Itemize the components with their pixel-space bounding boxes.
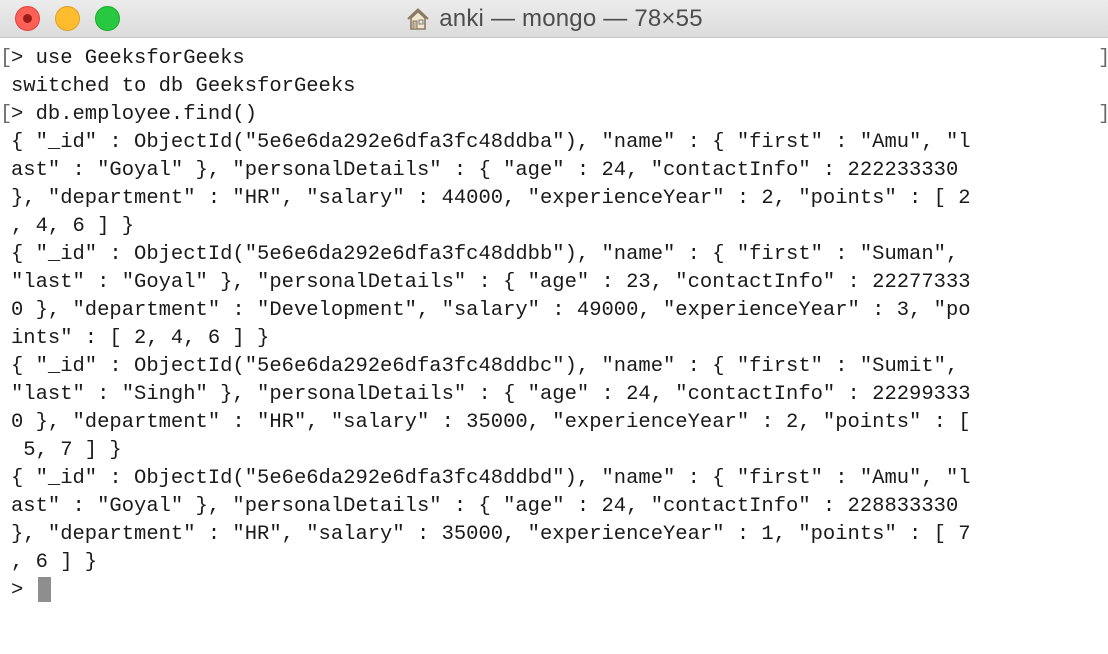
window-title: anki — mongo — 78×55 xyxy=(439,5,703,32)
terminal-line: { "_id" : ObjectId("5e6e6da292e6dfa3fc48… xyxy=(11,467,971,490)
terminal-line: 0 }, "department" : "HR", "salary" : 350… xyxy=(11,411,971,434)
terminal-line: "last" : "Singh" }, "personalDetails" : … xyxy=(11,383,971,406)
terminal-line: ast" : "Goyal" }, "personalDetails" : { … xyxy=(11,495,959,518)
window-title-area: anki — mongo — 78×55 xyxy=(0,0,1108,38)
line-mark-right: ] xyxy=(1098,101,1108,129)
terminal-line: > use GeeksforGeeks xyxy=(11,47,245,70)
line-mark-right: ] xyxy=(1098,45,1108,73)
terminal-line: }, "department" : "HR", "salary" : 35000… xyxy=(11,523,971,546)
terminal-line: ast" : "Goyal" }, "personalDetails" : { … xyxy=(11,159,959,182)
home-icon xyxy=(407,8,430,30)
terminal-line: }, "department" : "HR", "salary" : 44000… xyxy=(11,187,971,210)
terminal-line: "last" : "Goyal" }, "personalDetails" : … xyxy=(11,271,971,294)
terminal-line: , 4, 6 ] } xyxy=(11,215,135,238)
terminal-line: ints" : [ 2, 4, 6 ] } xyxy=(11,327,270,350)
terminal-line: switched to db GeeksforGeeks xyxy=(11,75,356,98)
line-mark-left: [ xyxy=(0,103,13,126)
terminal-line: { "_id" : ObjectId("5e6e6da292e6dfa3fc48… xyxy=(11,131,971,154)
text-cursor xyxy=(38,577,51,602)
terminal-output[interactable]: > use GeeksforGeeks[]switched to db Geek… xyxy=(0,44,1108,654)
terminal-line: 5, 7 ] } xyxy=(11,439,122,462)
terminal-window: anki — mongo — 78×55 > use GeeksforGeeks… xyxy=(0,0,1108,654)
terminal-line: > db.employee.find() xyxy=(11,103,258,126)
terminal-line: { "_id" : ObjectId("5e6e6da292e6dfa3fc48… xyxy=(11,355,959,378)
terminal-line: { "_id" : ObjectId("5e6e6da292e6dfa3fc48… xyxy=(11,243,959,266)
title-bar[interactable]: anki — mongo — 78×55 xyxy=(0,0,1108,38)
terminal-line: 0 }, "department" : "Development", "sala… xyxy=(11,299,971,322)
prompt-line: > xyxy=(11,579,24,602)
terminal-line: , 6 ] } xyxy=(11,551,98,574)
line-mark-left: [ xyxy=(0,47,13,70)
